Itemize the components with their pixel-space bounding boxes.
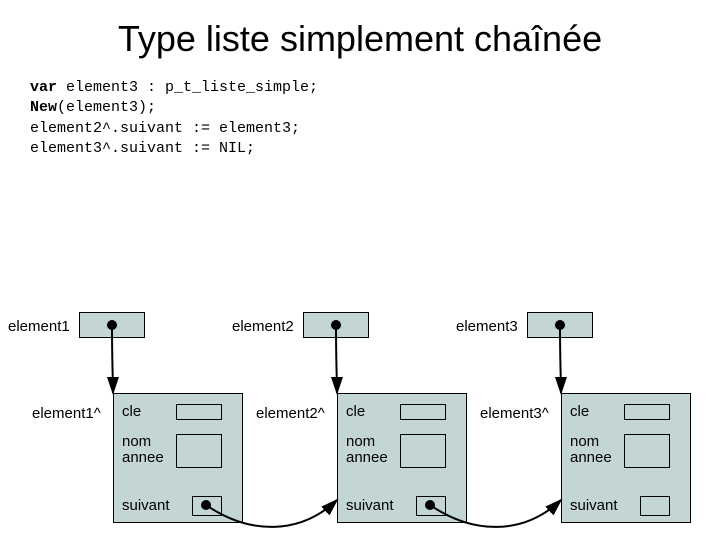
node3-cle-box <box>624 404 670 420</box>
node3-nomannee-box <box>624 434 670 468</box>
node1: cle nom annee suivant <box>113 393 243 523</box>
node1-annee-label: annee <box>122 450 164 467</box>
node3-suivant-label: suivant <box>570 498 618 515</box>
node3-suivant-box <box>640 496 670 516</box>
code-l2: (element3); <box>57 99 156 116</box>
deref2-label: element2^ <box>256 405 325 422</box>
node2-cle-box <box>400 404 446 420</box>
node1-cle-box <box>176 404 222 420</box>
code-l3: element2^.suivant := element3; <box>30 120 300 137</box>
node3: cle nom annee suivant <box>561 393 691 523</box>
node2-cle-label: cle <box>346 404 365 421</box>
ptr1-dot <box>107 320 117 330</box>
node2-suivant-label: suivant <box>346 498 394 515</box>
kw-var: var <box>30 79 57 96</box>
deref3-label: element3^ <box>480 405 549 422</box>
node1-suivant-dot <box>201 500 211 510</box>
code-l1: element3 : p_t_liste_simple; <box>57 79 318 96</box>
code-block: var element3 : p_t_liste_simple; New(ele… <box>30 78 318 159</box>
node1-cle-label: cle <box>122 404 141 421</box>
node2-nomannee-box <box>400 434 446 468</box>
node2-annee-label: annee <box>346 450 388 467</box>
node1-nomannee-box <box>176 434 222 468</box>
code-l4: element3^.suivant := NIL; <box>30 140 255 157</box>
node3-cle-label: cle <box>570 404 589 421</box>
deref1-label: element1^ <box>32 405 101 422</box>
ptr2-label: element2 <box>232 318 294 335</box>
node2: cle nom annee suivant <box>337 393 467 523</box>
ptr3-label: element3 <box>456 318 518 335</box>
node2-suivant-dot <box>425 500 435 510</box>
ptr3-dot <box>555 320 565 330</box>
node1-suivant-label: suivant <box>122 498 170 515</box>
ptr2-dot <box>331 320 341 330</box>
node3-annee-label: annee <box>570 450 612 467</box>
ptr1-label: element1 <box>8 318 70 335</box>
kw-new: New <box>30 99 57 116</box>
slide-title: Type liste simplement chaînée <box>0 18 720 60</box>
